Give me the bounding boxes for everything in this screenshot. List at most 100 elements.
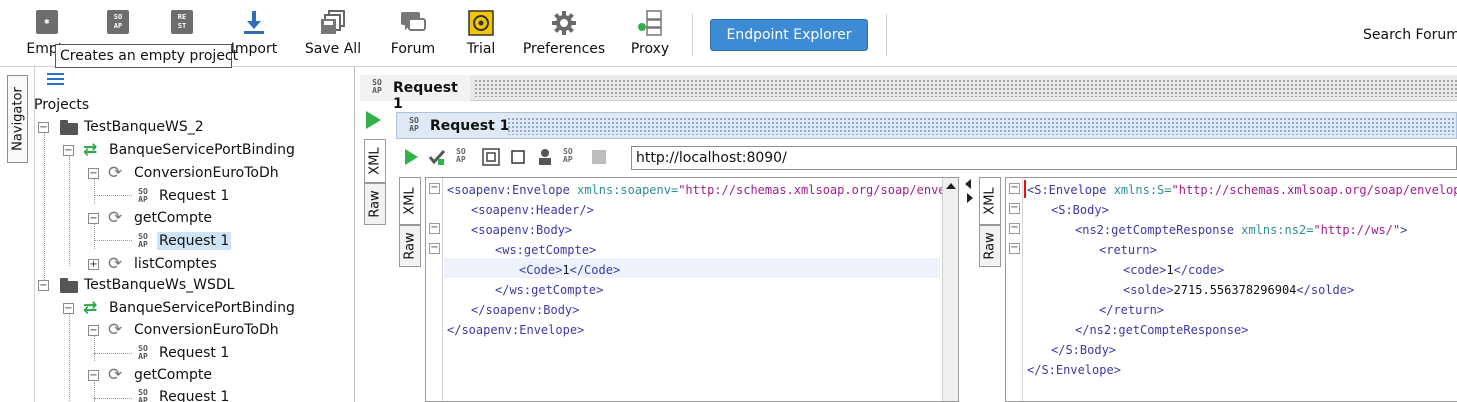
tab-xml-response[interactable]: XML <box>979 177 1001 225</box>
tab-raw-label: Raw <box>402 232 418 260</box>
xml-token: </ns2:getCompteResponse> <box>1075 323 1249 337</box>
fold-icon[interactable]: − <box>1009 223 1020 234</box>
xml-code-line: <soapenv:Envelope xmlns:soapenv="http://… <box>447 180 958 200</box>
tree-item-request-selected[interactable]: SO AP Request 1 <box>134 231 314 253</box>
tree-item-operation[interactable]: + ⟳ listComptes <box>88 254 338 276</box>
forum-button[interactable]: Forum <box>383 0 443 67</box>
xml-code-line: </S:Body> <box>1051 340 1116 360</box>
endpoint-explorer-button[interactable]: Endpoint Explorer <box>710 19 868 51</box>
forum-label: Forum <box>390 41 436 57</box>
tab-xml-outer[interactable]: XML <box>364 139 386 183</box>
expand-icon[interactable]: + <box>88 259 99 270</box>
rest-project-icon: RE ST <box>171 10 197 36</box>
splitter-arrows-icon[interactable] <box>962 177 976 207</box>
collapse-icon[interactable]: − <box>88 213 99 224</box>
submit-request-icon[interactable] <box>402 148 420 166</box>
save-all-button[interactable]: Save All <box>300 0 366 67</box>
folder-icon <box>60 278 78 293</box>
stop-icon[interactable] <box>590 148 608 166</box>
xml-token: </S:Body> <box>1051 343 1117 357</box>
tree-item-request[interactable]: SO AP Request 1 <box>134 186 314 208</box>
xml-code-line: </ws:getCompte> <box>495 280 603 300</box>
xml-token: 1 <box>1166 263 1174 277</box>
tab-raw-outer[interactable]: Raw <box>364 183 386 225</box>
response-editor[interactable]: − − − − <S:Envelope xmlns:S="http://sche… <box>1005 177 1457 402</box>
list-view-icon[interactable] <box>47 73 64 87</box>
response-xml-view[interactable]: − − − − <S:Envelope xmlns:S="http://sche… <box>1005 177 1457 402</box>
xml-token: </solde> <box>1296 283 1355 297</box>
tab-xml-label: XML <box>367 147 383 175</box>
request-editor[interactable]: − − − <soapenv:Envelope xmlns:soapenv="h… <box>425 177 959 402</box>
soap-request-icon: SO AP <box>138 344 148 361</box>
request-scrollbar[interactable] <box>942 178 958 401</box>
xml-code-line: <ns2:getCompteResponse xmlns:ns2="http:/… <box>1075 220 1407 240</box>
tab-xml-label: XML <box>402 187 418 215</box>
preferences-button[interactable]: Preferences <box>522 0 606 67</box>
request-xml-view[interactable]: − − − <soapenv:Envelope xmlns:soapenv="h… <box>425 177 959 402</box>
user-icon[interactable] <box>536 148 554 166</box>
xml-token: <S:Envelope <box>1027 183 1114 197</box>
trial-button[interactable]: Trial <box>456 0 506 67</box>
tree-item-project[interactable]: − TestBanqueWS_2 <box>38 117 338 139</box>
xml-token: <soapenv:Envelope <box>447 183 578 197</box>
proxy-button[interactable]: Proxy <box>626 0 674 67</box>
tree-item-binding[interactable]: − ⇄ BanqueServicePortBinding <box>63 140 343 162</box>
soap-options-icon[interactable]: SO AP <box>563 148 581 166</box>
collapse-icon[interactable]: − <box>63 303 74 314</box>
request-title-bar: SO AP Request 1 <box>396 112 1457 139</box>
search-forum-link[interactable]: Search Forum <box>1363 27 1457 43</box>
tab-raw-label: Raw <box>982 232 998 260</box>
tree-item-request[interactable]: SO AP Request 1 <box>134 387 314 402</box>
tree-item-operation[interactable]: − ⟳ ConversionEuroToDh <box>88 163 338 185</box>
collapse-icon[interactable]: − <box>38 280 49 291</box>
empty-project-tooltip: Creates an empty project <box>55 44 238 68</box>
fold-icon[interactable]: − <box>1009 203 1020 214</box>
tree-connector <box>94 398 132 399</box>
tree-connector <box>94 195 132 196</box>
collapse-icon[interactable]: − <box>88 370 99 381</box>
tree-item-label: BanqueServicePortBinding <box>109 142 295 158</box>
operation-icon: ⟳ <box>108 365 123 385</box>
tree-item-binding[interactable]: − ⇄ BanqueServicePortBinding <box>63 298 343 320</box>
xml-token: > <box>1400 223 1408 237</box>
tree-item-label: BanqueServicePortBinding <box>109 300 295 316</box>
validate-icon[interactable] <box>428 148 446 166</box>
projects-heading: Projects <box>34 97 90 113</box>
run-request-icon[interactable] <box>366 111 381 129</box>
navigator-tab[interactable]: Navigator <box>7 75 28 163</box>
tab-raw-response[interactable]: Raw <box>979 225 1001 267</box>
xml-token: </soapenv:Envelope> <box>447 323 585 337</box>
collapse-icon[interactable]: − <box>88 325 99 336</box>
text-caret <box>1024 180 1026 198</box>
tree-item-operation[interactable]: − ⟳ ConversionEuroToDh <box>88 320 338 342</box>
tree-item-request[interactable]: SO AP Request 1 <box>134 343 314 365</box>
import-icon <box>241 10 267 36</box>
tab-raw-request[interactable]: Raw <box>399 225 421 267</box>
tree-item-label: ConversionEuroToDh <box>134 165 279 181</box>
tree-item-project[interactable]: − TestBanqueWs_WSDL <box>38 275 338 297</box>
collapse-icon[interactable]: − <box>38 122 49 133</box>
checkbox-icon[interactable] <box>509 148 527 166</box>
xml-token: xmlns:ns2= <box>1241 223 1314 237</box>
request-title: Request 1 <box>430 118 510 134</box>
xml-code-line: </ns2:getCompteResponse> <box>1075 320 1248 340</box>
tab-request-1[interactable]: SO AP Request 1 <box>360 75 470 112</box>
window-icon[interactable] <box>482 148 500 166</box>
toolbar-divider <box>886 14 887 56</box>
collapse-icon[interactable]: − <box>63 145 74 156</box>
fold-icon[interactable]: − <box>1009 243 1020 254</box>
soap-settings-icon[interactable]: SO AP <box>456 148 474 166</box>
xml-code-line: <S:Body> <box>1051 200 1109 220</box>
tab-xml-request[interactable]: XML <box>399 177 421 225</box>
fold-icon[interactable]: − <box>429 183 440 194</box>
collapse-icon[interactable]: − <box>88 168 99 179</box>
fold-icon[interactable]: − <box>429 243 440 254</box>
fold-icon[interactable]: − <box>1009 183 1020 194</box>
tree-item-operation[interactable]: − ⟳ getCompte <box>88 208 338 230</box>
soap-request-icon: SO AP <box>138 388 148 402</box>
tree-item-operation[interactable]: − ⟳ getCompte <box>88 365 338 387</box>
fold-icon[interactable]: − <box>429 223 440 234</box>
xml-code-line: <soapenv:Body> <box>471 220 572 240</box>
endpoint-url-input[interactable]: http://localhost:8090/ <box>631 146 1457 170</box>
binding-icon: ⇄ <box>83 140 98 160</box>
